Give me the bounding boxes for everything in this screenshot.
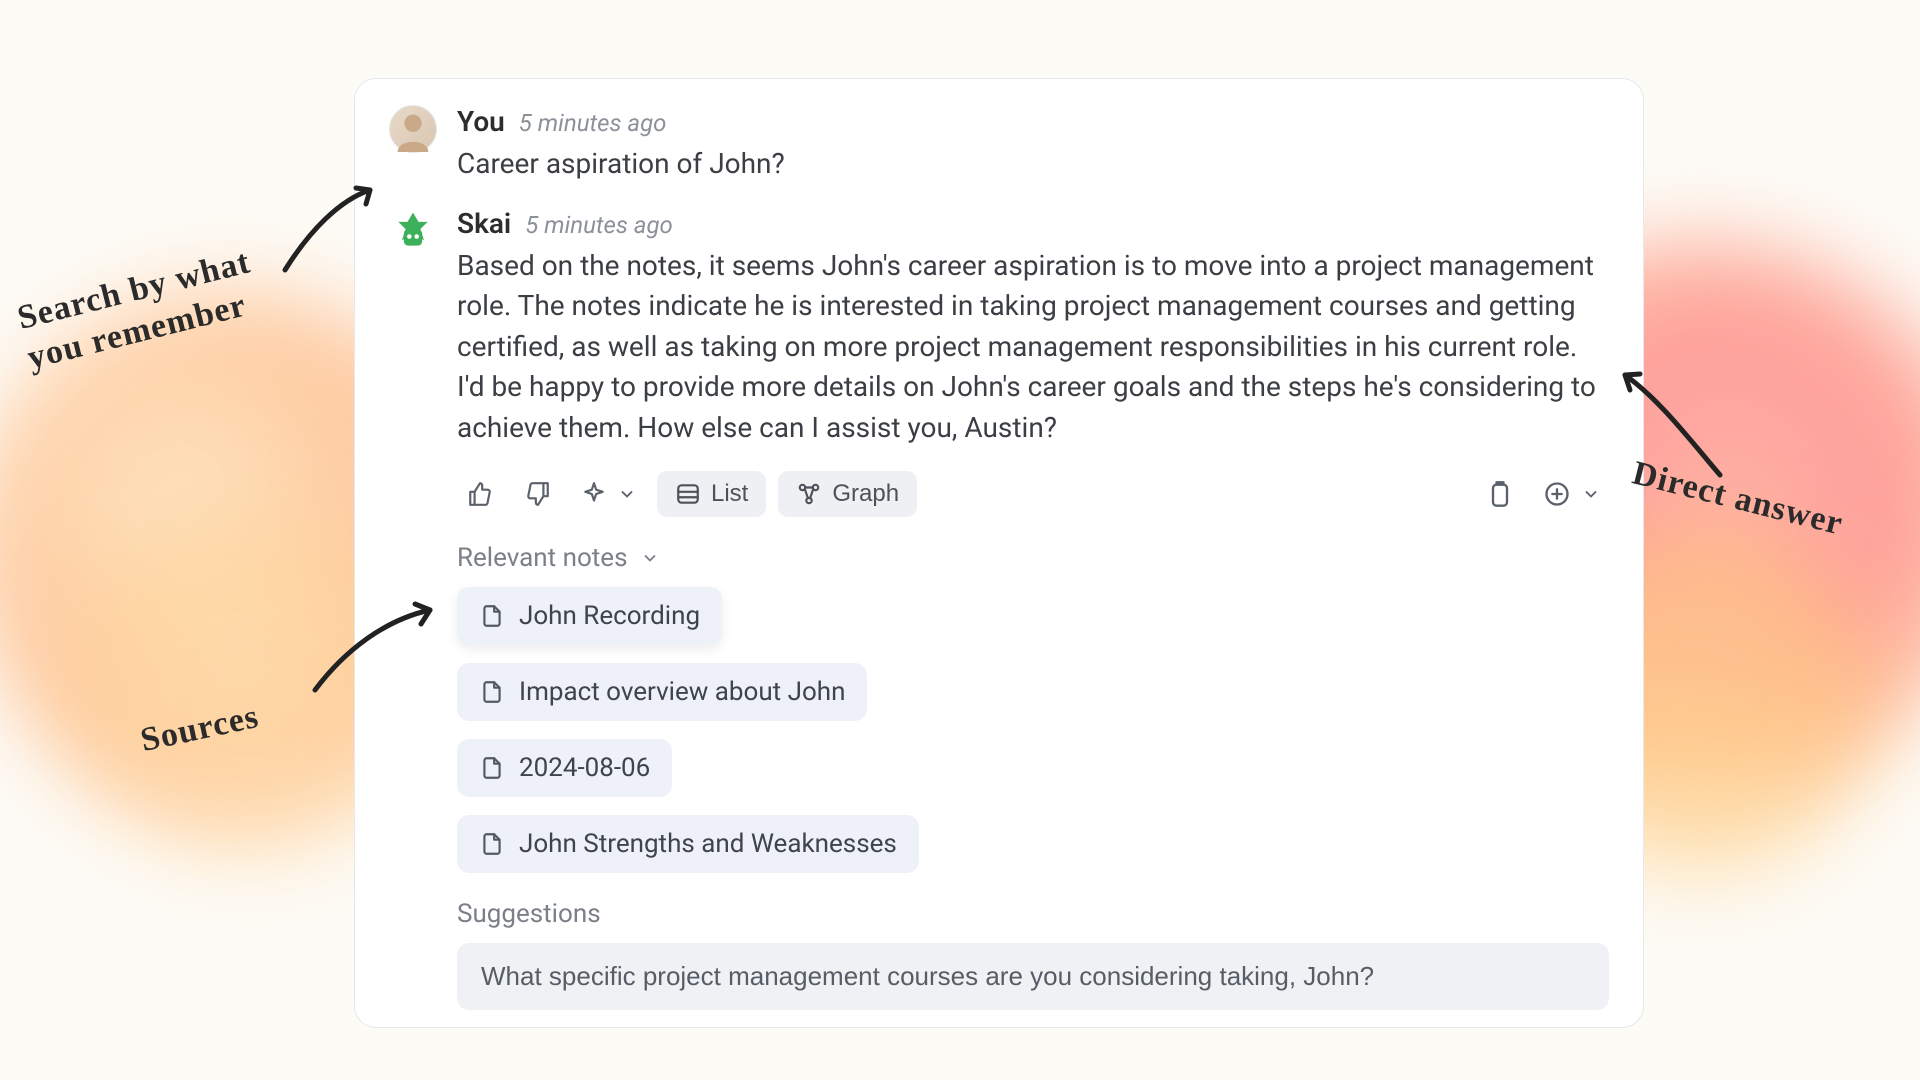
clipboard-icon [1486, 480, 1514, 508]
list-view-button[interactable]: List [657, 471, 766, 517]
note-title: 2024-08-06 [519, 753, 650, 783]
annotation-arrow [270, 170, 390, 290]
chevron-down-icon [617, 484, 637, 504]
add-button[interactable] [1535, 471, 1609, 517]
relevant-notes-toggle[interactable]: Relevant notes [457, 543, 1609, 573]
note-item[interactable]: Impact overview about John [457, 663, 867, 721]
response-toolbar: List Graph [457, 471, 1609, 517]
sparkle-icon [581, 481, 607, 507]
thumbs-up-button[interactable] [457, 471, 503, 517]
annotation-arrow [1610, 360, 1740, 490]
graph-label: Graph [832, 480, 899, 508]
note-title: John Strengths and Weaknesses [519, 829, 897, 859]
thumbs-up-icon [467, 481, 493, 507]
bot-author: Skai [457, 207, 511, 240]
chat-card: You 5 minutes ago Career aspiration of J… [354, 78, 1644, 1028]
user-message-text: Career aspiration of John? [457, 144, 1609, 185]
user-author: You [457, 105, 505, 138]
document-icon [479, 755, 505, 781]
list-icon [675, 481, 701, 507]
chevron-down-icon [1581, 484, 1601, 504]
bot-avatar [389, 207, 437, 255]
note-title: Impact overview about John [519, 677, 845, 707]
graph-view-button[interactable]: Graph [778, 471, 917, 517]
note-item[interactable]: 2024-08-06 [457, 739, 672, 797]
bot-timestamp: 5 minutes ago [525, 211, 673, 239]
chevron-down-icon [640, 548, 660, 568]
list-label: List [711, 480, 748, 508]
copy-button[interactable] [1477, 471, 1523, 517]
bot-message-text: Based on the notes, it seems John's care… [457, 246, 1609, 449]
thumbs-down-button[interactable] [515, 471, 561, 517]
user-avatar [389, 105, 437, 153]
relevant-notes-label: Relevant notes [457, 543, 628, 573]
user-timestamp: 5 minutes ago [519, 109, 667, 137]
document-icon [479, 831, 505, 857]
user-message: You 5 minutes ago Career aspiration of J… [389, 105, 1609, 185]
plus-circle-icon [1543, 480, 1571, 508]
note-item[interactable]: John Recording [457, 587, 722, 645]
graph-icon [796, 481, 822, 507]
suggestion-text: What specific project management courses… [481, 961, 1374, 991]
suggestion-item[interactable]: What specific project management courses… [457, 943, 1609, 1010]
ai-action-button[interactable] [573, 471, 645, 517]
document-icon [479, 603, 505, 629]
thumbs-down-icon [525, 481, 551, 507]
relevant-notes-list: John Recording Impact overview about Joh… [457, 587, 1609, 873]
note-item[interactable]: John Strengths and Weaknesses [457, 815, 919, 873]
suggestions-label: Suggestions [457, 899, 1609, 929]
document-icon [479, 679, 505, 705]
annotation-arrow [305, 580, 445, 700]
note-title: John Recording [519, 601, 700, 631]
bot-message: Skai 5 minutes ago Based on the notes, i… [389, 207, 1609, 1010]
